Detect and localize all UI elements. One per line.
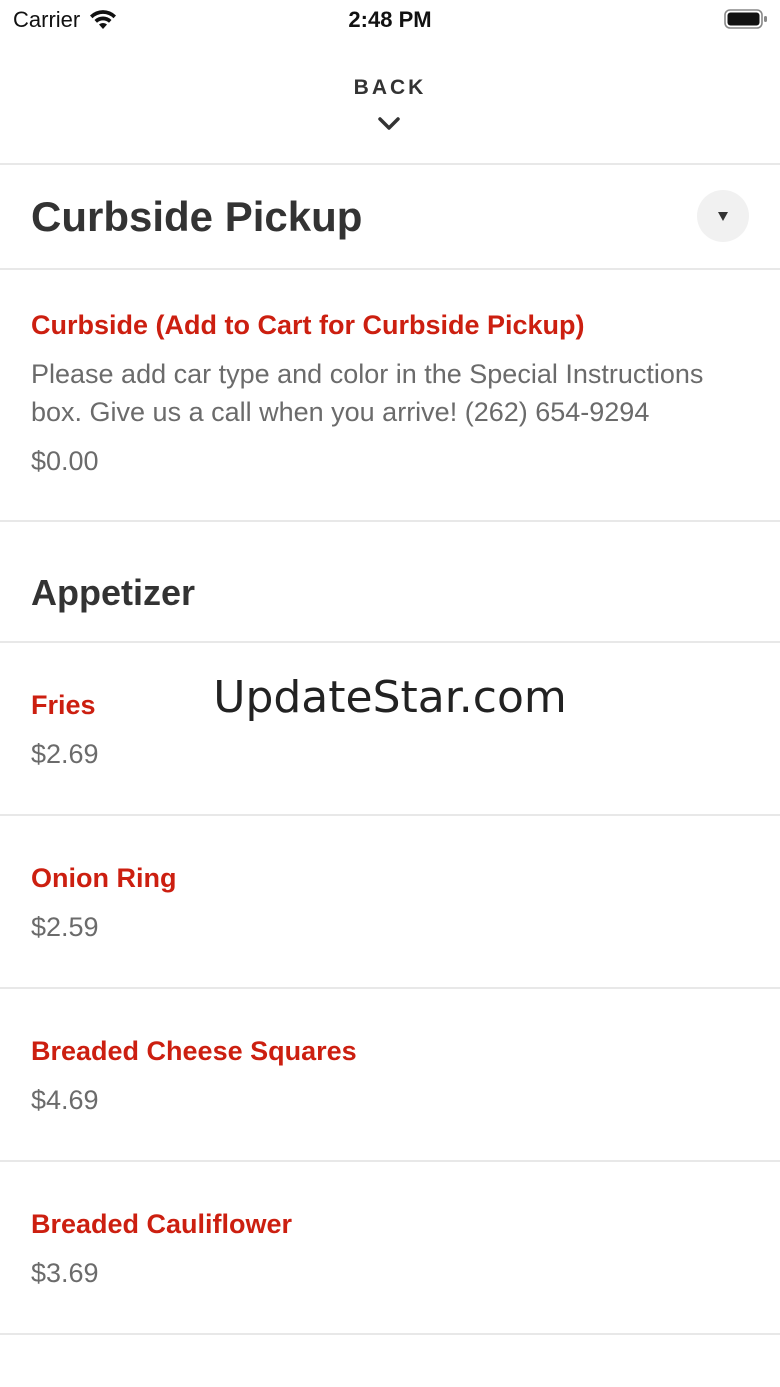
menu-item-breaded-cauliflower[interactable]: Breaded Cauliflower $3.69 (0, 1162, 780, 1335)
category-title: Appetizer (31, 572, 196, 613)
back-button[interactable]: BACK (0, 76, 780, 100)
menu-item-price: $2.59 (31, 912, 99, 942)
menu-item-price: $3.69 (31, 1258, 99, 1288)
section-header: Curbside Pickup (0, 165, 780, 270)
menu-item-name: Breaded Cauliflower (31, 1209, 293, 1239)
menu-item-price: $4.69 (31, 1085, 99, 1115)
caret-down-icon (718, 211, 728, 221)
back-header[interactable]: BACK (0, 40, 780, 165)
menu-item-curbside[interactable]: Curbside (Add to Cart for Curbside Picku… (0, 270, 780, 522)
menu-item-onion-ring[interactable]: Onion Ring $2.59 (0, 816, 780, 989)
category-header: Appetizer (0, 522, 780, 643)
menu-item-name: Onion Ring (31, 863, 177, 893)
menu-item-name: Curbside (Add to Cart for Curbside Picku… (31, 310, 585, 340)
clock: 2:48 PM (348, 7, 432, 32)
menu-item-fries[interactable]: Fries $2.69 (0, 643, 780, 816)
menu-item-breaded-cheese-squares[interactable]: Breaded Cheese Squares $4.69 (0, 989, 780, 1162)
section-title: Curbside Pickup (31, 193, 363, 240)
menu-item-description: Please add car type and color in the Spe… (31, 359, 704, 427)
battery-icon (724, 9, 767, 29)
menu-item-name: Breaded Cheese Squares (31, 1036, 357, 1066)
section-dropdown-button[interactable] (697, 190, 749, 242)
status-bar: Carrier 2:48 PM (0, 0, 780, 40)
menu-item-name: Fries (31, 690, 96, 720)
menu-item-price: $2.69 (31, 739, 99, 769)
menu-item-price: $0.00 (31, 446, 99, 476)
chevron-down-icon[interactable] (377, 116, 401, 132)
